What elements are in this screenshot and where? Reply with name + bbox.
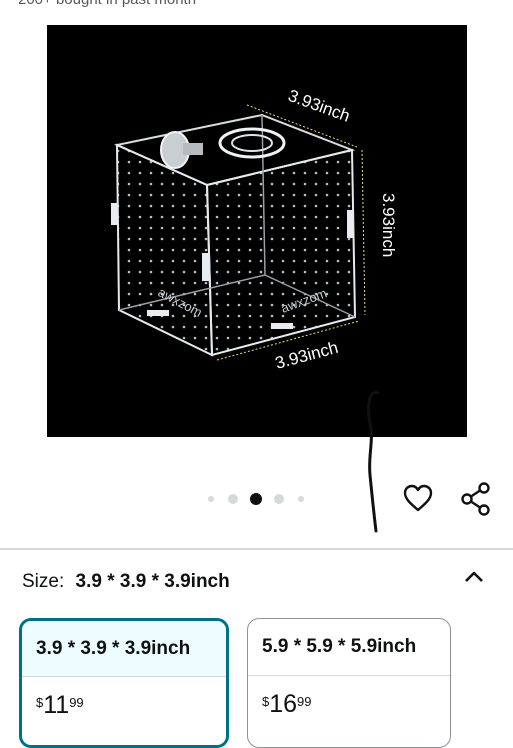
size-option-5-9[interactable]: 5.9 * 5.9 * 5.9inch $1699 xyxy=(247,618,451,748)
size-selector-header[interactable]: Size: 3.9 * 3.9 * 3.9inch xyxy=(22,571,230,593)
price-currency: $ xyxy=(36,695,44,710)
price-fraction: 99 xyxy=(69,695,84,710)
size-option-label: 5.9 * 5.9 * 5.9inch xyxy=(262,636,417,657)
size-option-price: $1199 xyxy=(22,677,226,720)
size-label: Size: xyxy=(22,571,65,592)
heart-icon[interactable] xyxy=(402,483,434,513)
chevron-up-icon[interactable] xyxy=(462,566,486,586)
price-currency: $ xyxy=(262,694,270,709)
carousel-dot-active[interactable] xyxy=(250,493,262,505)
bought-count-text: 200+ bought in past month xyxy=(18,0,196,8)
carousel-dot[interactable] xyxy=(298,496,304,502)
dimension-bottom-label: 3.93inch xyxy=(273,338,340,373)
product-image[interactable]: 3.93inch 3.93inch 3.93inch awxzom awxzom xyxy=(47,25,467,437)
price-whole: 16 xyxy=(269,690,298,718)
price-fraction: 99 xyxy=(297,694,312,709)
price-whole: 11 xyxy=(43,691,70,719)
share-icon[interactable] xyxy=(460,482,492,516)
carousel-dot[interactable] xyxy=(228,494,238,504)
section-divider xyxy=(0,548,513,550)
carousel-dot[interactable] xyxy=(208,496,214,502)
dimension-right-label: 3.93inch xyxy=(379,193,398,257)
dimension-top-label: 3.93inch xyxy=(286,86,353,126)
size-option-price: $1699 xyxy=(248,676,450,719)
size-option-label: 3.9 * 3.9 * 3.9inch xyxy=(22,621,226,676)
size-option-3-9[interactable]: 3.9 * 3.9 * 3.9inch $1199 xyxy=(19,618,229,748)
handwritten-annotation xyxy=(366,390,380,533)
carousel-dots[interactable] xyxy=(203,491,313,507)
size-selected-value: 3.9 * 3.9 * 3.9inch xyxy=(75,571,230,592)
product-photo-graphic: 3.93inch 3.93inch 3.93inch awxzom awxzom xyxy=(111,86,398,373)
carousel-dot[interactable] xyxy=(274,494,284,504)
